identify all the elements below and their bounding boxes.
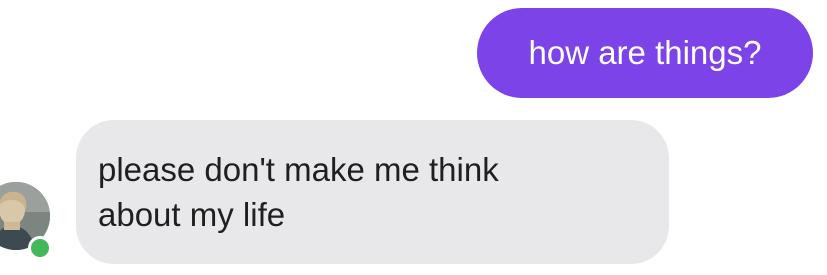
sent-message-bubble[interactable]: how are things? bbox=[477, 8, 813, 98]
online-status-indicator bbox=[28, 236, 52, 260]
received-message-bubble[interactable]: please don't make me think about my life bbox=[76, 120, 669, 264]
received-message-line: about my life bbox=[98, 196, 286, 233]
received-message-line: please don't make me think bbox=[98, 151, 499, 188]
chat-thread: how are things? please don't make me thi… bbox=[0, 0, 827, 275]
sent-message-text: how are things? bbox=[528, 34, 762, 71]
